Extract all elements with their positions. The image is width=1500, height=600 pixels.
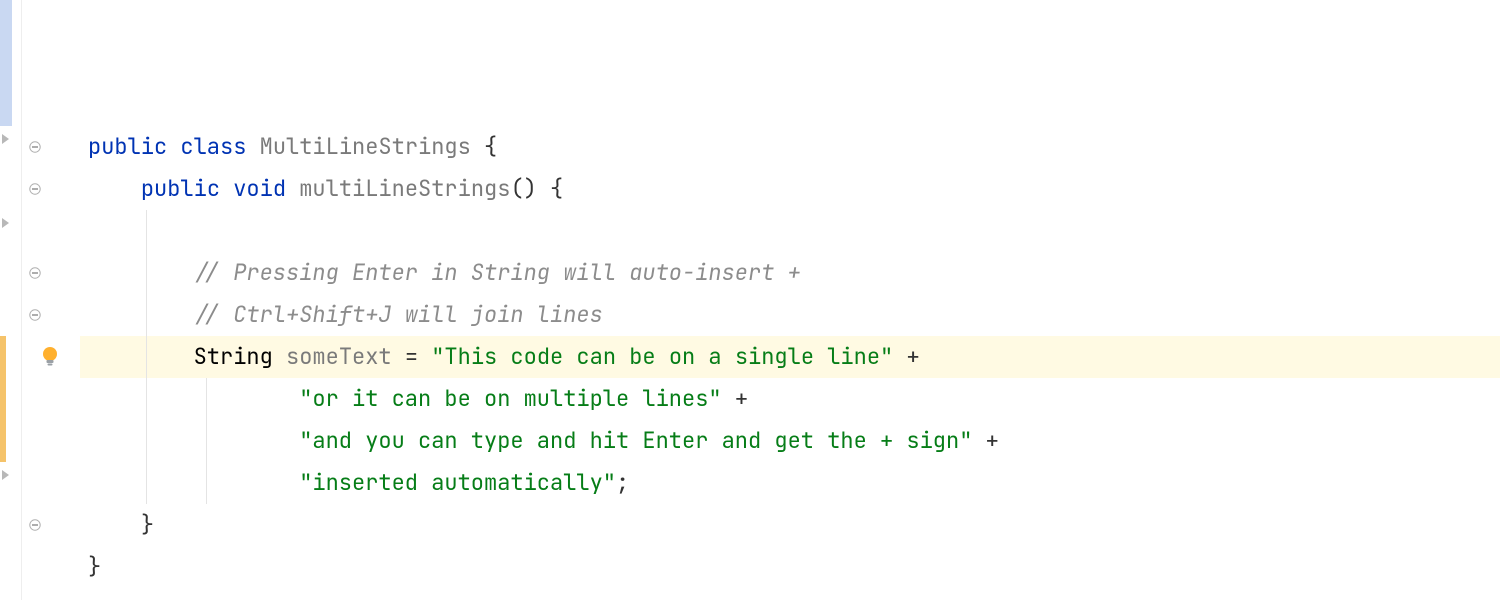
comment: // Ctrl+Shift+J will join lines <box>194 300 603 329</box>
operator: + <box>906 342 919 371</box>
code-line[interactable]: "inserted automatically"; <box>80 462 1500 504</box>
indent-guide <box>206 420 207 462</box>
code-line[interactable] <box>80 210 1500 252</box>
indent-guide <box>146 210 147 252</box>
lightbulb-icon[interactable] <box>40 345 60 369</box>
code-line[interactable]: "and you can type and hit Enter and get … <box>80 420 1500 462</box>
keyword: public <box>88 132 167 161</box>
brace: { <box>550 174 563 203</box>
type: String <box>194 342 273 371</box>
fold-collapse-icon[interactable] <box>29 309 41 321</box>
string-literal: "This code can be on a single line" <box>431 342 893 371</box>
indent-guide <box>146 336 147 378</box>
indent-guide <box>206 462 207 504</box>
fold-collapse-icon[interactable] <box>29 519 41 531</box>
gutter-fold <box>22 0 80 600</box>
indent-guide <box>146 378 147 420</box>
code-line[interactable]: } <box>80 546 1500 588</box>
keyword: class <box>180 132 246 161</box>
indent-guide <box>146 252 147 294</box>
indent-guide <box>146 294 147 336</box>
variable: someText <box>286 342 392 371</box>
code-line[interactable] <box>80 84 1500 126</box>
keyword: void <box>233 174 286 203</box>
fold-collapse-icon[interactable] <box>29 183 41 195</box>
code-line[interactable] <box>80 42 1500 84</box>
semicolon: ; <box>616 468 629 497</box>
gutter-vcs <box>0 0 22 600</box>
code-editor[interactable]: public class MultiLineStrings { public v… <box>0 0 1500 600</box>
string-literal: "or it can be on multiple lines" <box>299 384 721 413</box>
indent-guide <box>146 420 147 462</box>
string-literal: "and you can type and hit Enter and get … <box>299 426 972 455</box>
region-arrow-icon[interactable] <box>2 218 9 228</box>
code-line[interactable]: "or it can be on multiple lines" + <box>80 378 1500 420</box>
method-name: multiLineStrings <box>299 174 510 203</box>
code-line[interactable]: public void multiLineStrings() { <box>80 168 1500 210</box>
fold-collapse-icon[interactable] <box>29 267 41 279</box>
operator: + <box>986 426 999 455</box>
brace: } <box>88 552 101 581</box>
string-literal: "inserted automatically" <box>299 468 616 497</box>
code-line[interactable]: // Ctrl+Shift+J will join lines <box>80 294 1500 336</box>
operator: = <box>405 342 418 371</box>
code-line[interactable]: } <box>80 504 1500 546</box>
brace: { <box>484 132 497 161</box>
keyword: public <box>141 174 220 203</box>
code-text-area[interactable]: public class MultiLineStrings { public v… <box>80 0 1500 600</box>
code-line[interactable] <box>80 0 1500 42</box>
code-line-current[interactable]: String someText = "This code can be on a… <box>80 336 1500 378</box>
indent-guide <box>206 378 207 420</box>
code-line[interactable]: public class MultiLineStrings { <box>80 126 1500 168</box>
comment: // Pressing Enter in String will auto-in… <box>194 258 801 287</box>
class-name: MultiLineStrings <box>260 132 471 161</box>
brace: } <box>141 510 154 539</box>
code-line[interactable]: // Pressing Enter in String will auto-in… <box>80 252 1500 294</box>
region-arrow-icon[interactable] <box>2 470 9 480</box>
indent-guide <box>146 462 147 504</box>
operator: + <box>735 384 748 413</box>
parens: () <box>510 174 536 203</box>
fold-collapse-icon[interactable] <box>29 141 41 153</box>
region-arrow-icon[interactable] <box>2 134 9 144</box>
